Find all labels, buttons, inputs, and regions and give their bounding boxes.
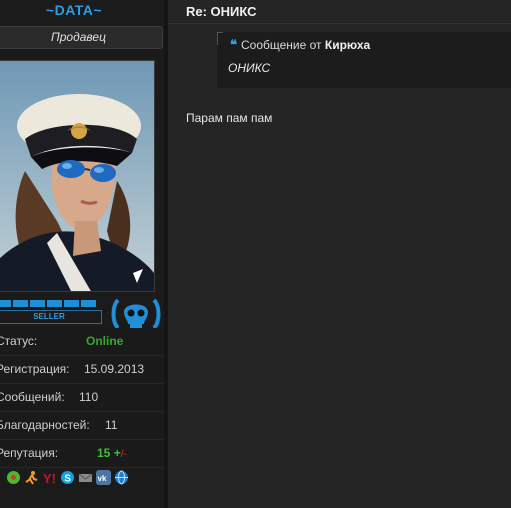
rank-segment	[64, 300, 79, 307]
thanks-value: 11	[105, 418, 118, 432]
yahoo-icon[interactable]: Y!	[42, 470, 57, 486]
quote-prefix: Сообщение от	[241, 38, 322, 52]
user-sidebar: ~DATA~ Продавец SELLER Статус: Online Ре…	[0, 0, 168, 508]
post-body: Парам пам пам	[186, 111, 273, 125]
svg-text:vk: vk	[98, 474, 107, 483]
info-row-registration: Регистрация: 15.09.2013	[0, 356, 164, 384]
runner-icon[interactable]	[24, 470, 39, 485]
reputation-label: Репутация:	[0, 446, 59, 460]
icq-icon[interactable]	[6, 470, 21, 485]
info-row-reputation: Репутация: 15 +/-	[0, 440, 164, 468]
reputation-value-group: 15 +/-	[97, 440, 127, 468]
rank-segment	[81, 300, 96, 307]
user-title-badge: Продавец	[0, 26, 163, 49]
registration-value: 15.09.2013	[84, 362, 145, 376]
info-row-status: Статус: Online	[0, 328, 164, 356]
skull-icon	[110, 296, 162, 332]
quote-text: ОНИКС	[228, 61, 271, 75]
rank-segment	[0, 300, 11, 307]
rank-segment	[30, 300, 45, 307]
globe-icon[interactable]	[114, 470, 129, 485]
status-label: Статус:	[0, 334, 38, 348]
status-value: Online	[86, 334, 124, 348]
reputation-minus-button[interactable]: /-	[121, 449, 127, 460]
username-link[interactable]: ~DATA~	[0, 2, 148, 18]
rank-label: SELLER	[0, 310, 102, 324]
quote-icon: ❝	[230, 37, 237, 52]
svg-text:Y!: Y!	[43, 471, 56, 485]
reputation-plus-button[interactable]: +	[114, 446, 121, 460]
skype-icon[interactable]: S	[60, 470, 75, 485]
messages-label: Сообщений:	[0, 390, 65, 404]
post-title: Re: ОНИКС	[186, 4, 257, 19]
registration-label: Регистрация:	[0, 362, 70, 376]
info-row-messages: Сообщений: 110	[0, 384, 164, 412]
rank-segments	[0, 300, 106, 307]
avatar[interactable]	[0, 60, 155, 292]
quote-author-link[interactable]: Кирюха	[325, 38, 370, 52]
title-divider	[168, 23, 511, 24]
quote-corner	[217, 32, 223, 45]
reputation-value: 15	[97, 446, 111, 460]
rank-segment	[13, 300, 28, 307]
rank-bar: SELLER	[0, 300, 106, 328]
mail-icon[interactable]	[78, 470, 93, 485]
quote-block: ❝ Сообщение от Кирюха ОНИКС	[217, 32, 511, 88]
rank-segment	[47, 300, 62, 307]
vk-icon[interactable]: vk	[96, 470, 111, 485]
info-row-thanks: Благодарностей: 11	[0, 412, 164, 440]
user-info: Статус: Online Регистрация: 15.09.2013 С…	[0, 328, 164, 468]
thanks-label: Благодарностей:	[0, 418, 90, 432]
sidebar-divider	[164, 0, 168, 508]
svg-text:S: S	[64, 474, 71, 485]
quote-header: ❝ Сообщение от Кирюха	[230, 37, 370, 53]
contact-icons: Y! S vk	[6, 470, 129, 486]
messages-value[interactable]: 110	[79, 384, 98, 411]
